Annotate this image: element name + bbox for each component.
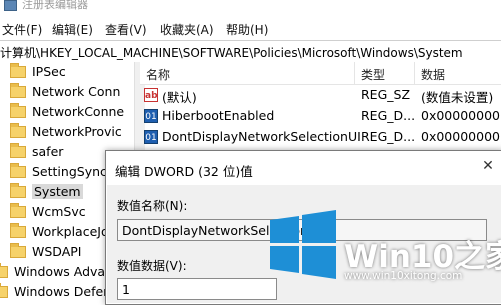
folder-icon <box>10 163 26 178</box>
tree-item-label: SettingSync <box>32 164 107 179</box>
folder-icon <box>10 143 26 158</box>
tree-item-label: NetworkConne <box>32 104 125 119</box>
folder-icon <box>10 103 26 118</box>
windows-logo-icon <box>270 210 336 279</box>
list-header: 名称 类型 数据 <box>140 62 501 85</box>
tree-item-label: WorkplaceJo <box>32 224 109 239</box>
value-data: (数值未设置) <box>421 90 494 105</box>
tree-item-label: Windows Advan <box>14 264 114 279</box>
folder-icon <box>0 263 8 278</box>
close-icon[interactable]: ✕ <box>478 157 498 175</box>
menu-file[interactable]: 文件(F) <box>2 21 42 38</box>
folder-icon <box>10 223 26 238</box>
folder-icon <box>10 63 26 78</box>
dialog-title: 编辑 DWORD (32 位)值 <box>115 164 253 179</box>
menu-favorites[interactable]: 收藏夹(A) <box>160 21 214 38</box>
folder-icon <box>10 243 26 258</box>
menu-bar: 文件(F) 编辑(E) 查看(V) 收藏夹(A) 帮助(H) <box>0 14 501 40</box>
value-data: 0x00000000 (0 <box>421 108 501 123</box>
column-data-header[interactable]: 数据 <box>421 66 445 83</box>
value-type: REG_D... <box>361 129 416 144</box>
value-type: REG_D... <box>361 108 416 123</box>
watermark-url: www.win10xitong.com <box>344 270 463 282</box>
tree-item-label: IPSec <box>32 64 66 79</box>
column-divider[interactable] <box>414 62 415 84</box>
value-data: 0x00000000 (0 <box>421 129 501 144</box>
dword-value-icon: 01 <box>144 109 158 123</box>
address-path[interactable]: 计算机\HKEY_LOCAL_MACHINE\SOFTWARE\Policies… <box>0 44 463 61</box>
menu-help[interactable]: 帮助(H) <box>226 21 268 38</box>
value-name: (默认) <box>162 90 197 105</box>
watermark: Win10之家 www.win10xitong.com <box>266 208 501 303</box>
column-type-header[interactable]: 类型 <box>361 66 385 83</box>
folder-icon <box>0 283 8 298</box>
window-title: 注册表编辑器 <box>22 0 88 11</box>
tree-item-label: Windows Defen <box>14 284 112 299</box>
column-name-header[interactable]: 名称 <box>146 66 170 83</box>
value-row-hiberboot[interactable]: 01 HiberbootEnabled REG_D... 0x00000000 … <box>140 106 501 126</box>
value-data-field[interactable]: 1 <box>117 278 277 300</box>
menu-view[interactable]: 查看(V) <box>105 21 147 38</box>
value-data-label: 数值数据(V): <box>117 259 187 273</box>
string-value-icon: ab <box>144 88 158 102</box>
title-bar: 注册表编辑器 <box>0 0 501 14</box>
value-type: REG_SZ <box>361 87 411 102</box>
menu-edit[interactable]: 编辑(E) <box>52 21 93 38</box>
tree-item-label: WSDAPI <box>32 244 82 259</box>
tree-item-label: WcmSvc <box>32 204 86 219</box>
column-divider[interactable] <box>354 62 355 84</box>
folder-icon <box>10 123 26 138</box>
regedit-icon <box>4 0 17 11</box>
tree-item-label: safer <box>32 144 64 159</box>
value-row-default[interactable]: ab (默认) REG_SZ (数值未设置) <box>140 85 501 105</box>
folder-icon <box>10 83 26 98</box>
value-name: DontDisplayNetworkSelectionUI <box>162 129 361 144</box>
value-name: HiberbootEnabled <box>162 108 275 123</box>
folder-icon <box>10 183 26 198</box>
tree-item-label: System <box>32 184 83 199</box>
folder-icon <box>10 203 26 218</box>
tree-item-label: NetworkProvic <box>32 124 122 139</box>
value-name-label: 数值名称(N): <box>117 199 188 213</box>
value-row-dontdisplay[interactable]: 01 DontDisplayNetworkSelectionUI REG_D..… <box>140 127 501 147</box>
address-bar[interactable]: 计算机\HKEY_LOCAL_MACHINE\SOFTWARE\Policies… <box>0 40 501 64</box>
dword-value-icon: 01 <box>144 130 158 144</box>
tree-item-label: Network Conn <box>32 84 121 99</box>
